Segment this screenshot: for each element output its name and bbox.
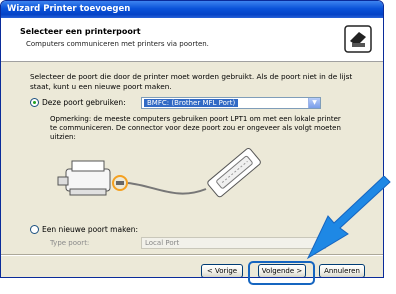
port-description: Selecteer de poort die door de printer m… xyxy=(30,72,353,91)
port-type-select: Local Port xyxy=(141,237,326,249)
port-type-label: Type poort: xyxy=(50,239,90,247)
new-port-label: Een nieuwe poort maken: xyxy=(42,225,139,234)
lpt-connector-illustration xyxy=(57,147,261,198)
port-select-value: BMFC: (Brother MFL Port) xyxy=(144,99,239,107)
wizard-header: Selecteer een printerpoort Computers com… xyxy=(1,18,383,62)
port-note: Opmerking: de meeste computers gebruiken… xyxy=(50,115,341,141)
use-port-radio[interactable] xyxy=(30,98,39,107)
window-title: Wizard Printer toevoegen xyxy=(1,1,383,18)
parallel-connector-icon xyxy=(207,147,261,198)
page-subtitle: Computers communiceren met printers via … xyxy=(26,40,209,48)
use-port-label: Deze poort gebruiken: xyxy=(42,98,126,107)
printer-illustration-icon xyxy=(57,160,111,196)
chevron-down-icon[interactable]: ▼ xyxy=(308,98,320,108)
cancel-button[interactable]: Annuleren xyxy=(319,264,365,277)
printer-icon xyxy=(344,25,372,53)
page-title: Selecteer een printerpoort xyxy=(20,27,141,36)
new-port-radio[interactable] xyxy=(30,225,39,234)
pointer-arrow-icon xyxy=(306,176,391,260)
port-select[interactable]: BMFC: (Brother MFL Port) ▼ xyxy=(141,97,321,109)
back-button[interactable]: < Vorige xyxy=(201,264,243,277)
